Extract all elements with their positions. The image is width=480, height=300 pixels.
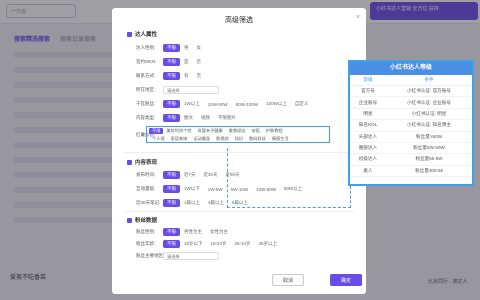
tag-option[interactable]: 不限 xyxy=(149,128,164,134)
section-basic: 达人属性 xyxy=(127,30,157,38)
filter-mcn: 签约MCN: 不限是否 xyxy=(136,58,205,66)
option[interactable]: 1W以下 xyxy=(180,185,204,193)
tag-option[interactable]: 运动健身 xyxy=(190,136,213,142)
option[interactable]: 10W-50W xyxy=(204,101,232,108)
option[interactable]: 不限 xyxy=(163,228,180,236)
option[interactable]: 近7天 xyxy=(180,171,200,179)
tag-option[interactable]: 影视综 xyxy=(213,136,232,142)
tag-option[interactable]: 母婴亲子健康 xyxy=(195,128,226,134)
option[interactable]: 1篇以上 xyxy=(180,199,204,207)
option[interactable]: 10W-50W xyxy=(252,186,280,193)
filter-fans-gender: 粉丝性别: 不限 男性为主 女性为主 xyxy=(136,228,232,236)
table-row: 素人 粉丝量300-5k xyxy=(350,165,472,178)
option[interactable]: 50W以上 xyxy=(280,185,306,193)
tag-option[interactable]: 知识 xyxy=(232,136,246,142)
tag-option[interactable]: 美食探店 xyxy=(226,128,249,134)
option[interactable]: 自定义 xyxy=(291,100,313,108)
section-content: 内容表现 xyxy=(127,158,157,166)
tag-option[interactable]: 情感生活 xyxy=(269,136,292,142)
table-row: 知名KOL 小红书认证: 知名博主 xyxy=(350,119,472,132)
level-table: 等级 条件 官方号 小红书认证: 官方账号 企业账号 小红书认证: 企业账号 明星 小红… xyxy=(350,75,472,178)
option[interactable]: 不限 xyxy=(163,171,180,179)
option[interactable]: 有 xyxy=(180,72,193,80)
modal-title: 高级筛选 xyxy=(225,17,253,24)
option[interactable]: 不限 xyxy=(163,100,180,108)
level-info-panel: 小红书达人等级 等级 条件 官方号 小红书认证: 官方账号 企业账号 小红书认证: 企… xyxy=(348,60,474,186)
location-select[interactable]: 请选择 xyxy=(163,86,219,94)
option[interactable]: 50W-100W xyxy=(232,101,262,108)
option[interactable]: 不限 xyxy=(163,114,180,122)
option[interactable]: 不限 xyxy=(163,72,180,80)
panel-title: 小红书达人等级 xyxy=(350,62,472,75)
option[interactable]: 男 xyxy=(180,44,193,52)
option[interactable]: 否 xyxy=(193,58,206,66)
table-row: 腰部达人 粉丝量5W-50W xyxy=(350,142,472,155)
option[interactable]: 5W-10W xyxy=(227,186,252,193)
tag-row-1: 不限 美妆时尚个性 母婴亲子健康 美食探店 穿搭 护肤教程 xyxy=(147,127,329,135)
tag-option[interactable]: 护肤教程 xyxy=(263,128,286,134)
table-row: 初级达人 粉丝量5k-5W xyxy=(350,153,472,166)
option[interactable]: 是 xyxy=(180,58,193,66)
option[interactable]: 25-34岁 xyxy=(231,240,255,248)
section-fans: 粉丝数据 xyxy=(127,216,157,224)
connector-line xyxy=(350,186,351,208)
option[interactable]: 不限 xyxy=(163,185,180,193)
option[interactable]: 不限 xyxy=(163,44,180,52)
advanced-filter-modal: 高级筛选 × 达人属性 达人性别: 不限男女 签约MCN: 不限是否 联系方式:… xyxy=(112,8,366,294)
option[interactable]: 视频 xyxy=(197,114,214,122)
divider xyxy=(124,211,354,212)
filter-gender: 达人性别: 不限男女 xyxy=(136,44,205,52)
filter-fans-age: 粉丝年龄: 不限 18岁以下 18-24岁 25-34岁 35岁以上 xyxy=(136,240,281,248)
col-header: 条件 xyxy=(386,75,472,86)
option[interactable]: 不限 xyxy=(163,199,180,207)
tag-option[interactable]: 数码科技 xyxy=(246,136,269,142)
filter-interaction: 互动量级: 不限 1W以下 1W-5W 5W-10W 10W-50W 50W以上 xyxy=(136,185,306,193)
option[interactable]: 女 xyxy=(193,44,206,52)
option[interactable]: 18-24岁 xyxy=(207,240,231,248)
option[interactable]: 图文 xyxy=(180,114,197,122)
option[interactable]: 近90天 xyxy=(222,171,244,179)
tag-option[interactable]: 个人视 xyxy=(149,136,168,142)
option[interactable]: 100W以上 xyxy=(262,100,291,108)
tag-option[interactable]: 家居装饰 xyxy=(168,136,191,142)
option[interactable]: 不限 xyxy=(163,240,180,248)
filter-recent-notes: 近30天笔记: 不限 1篇以上 3篇以上 5篇以上 xyxy=(136,199,252,207)
tag-selector: 不限 美妆时尚个性 母婴亲子健康 美食探店 穿搭 护肤教程 个人视 家居装饰 运… xyxy=(146,126,330,143)
col-header: 等级 xyxy=(350,75,386,86)
option[interactable]: 男性为主 xyxy=(180,228,206,236)
confirm-button[interactable]: 确定 xyxy=(330,274,362,286)
close-icon[interactable]: × xyxy=(356,14,360,21)
table-row: 官方号 小红书认证: 官方账号 xyxy=(350,85,472,98)
option[interactable]: 1W以上 xyxy=(180,100,204,108)
tag-row-2: 个人视 家居装饰 运动健身 影视综 知识 数码科技 情感生活 xyxy=(147,135,329,143)
option[interactable]: 近30天 xyxy=(200,171,222,179)
option[interactable]: 18岁以下 xyxy=(180,240,207,248)
table-row: 企业账号 小红书认证: 企业账号 xyxy=(350,96,472,109)
connector-line xyxy=(227,148,228,208)
option[interactable]: 1W-5W xyxy=(204,186,227,193)
option[interactable]: 5篇以上 xyxy=(228,199,252,207)
option[interactable]: 3篇以上 xyxy=(204,199,228,207)
table-row: 明星 小红书认证: 明星 xyxy=(350,108,472,121)
filter-fans-count: 千瓦粉丝: 不限 1W以上 10W-50W 50W-100W 100W以上 自定… xyxy=(136,100,312,108)
cancel-button[interactable]: 取消 xyxy=(272,274,304,286)
table-row: 头部达人 粉丝量>50W xyxy=(350,131,472,143)
option[interactable]: 不限图片 xyxy=(214,114,240,122)
filter-type: 内容类型: 不限 图文 视频 不限图片 xyxy=(136,114,240,122)
divider xyxy=(124,152,354,153)
fans-region-select[interactable]: 请选择 xyxy=(163,252,219,260)
connector-line xyxy=(227,207,351,208)
option[interactable]: 不限 xyxy=(163,58,180,66)
option[interactable]: 女性为主 xyxy=(206,228,232,236)
filter-contact: 联系方式: 不限有无 xyxy=(136,72,205,80)
tag-option[interactable]: 美妆时尚个性 xyxy=(163,128,194,134)
filter-fans-region: 粉丝主要地区: 请选择 xyxy=(136,252,219,260)
option[interactable]: 35岁以上 xyxy=(255,240,282,248)
tag-option[interactable]: 穿搭 xyxy=(248,128,262,134)
filter-location: 所在地区: 请选择 xyxy=(136,86,219,94)
option[interactable]: 无 xyxy=(193,72,206,80)
